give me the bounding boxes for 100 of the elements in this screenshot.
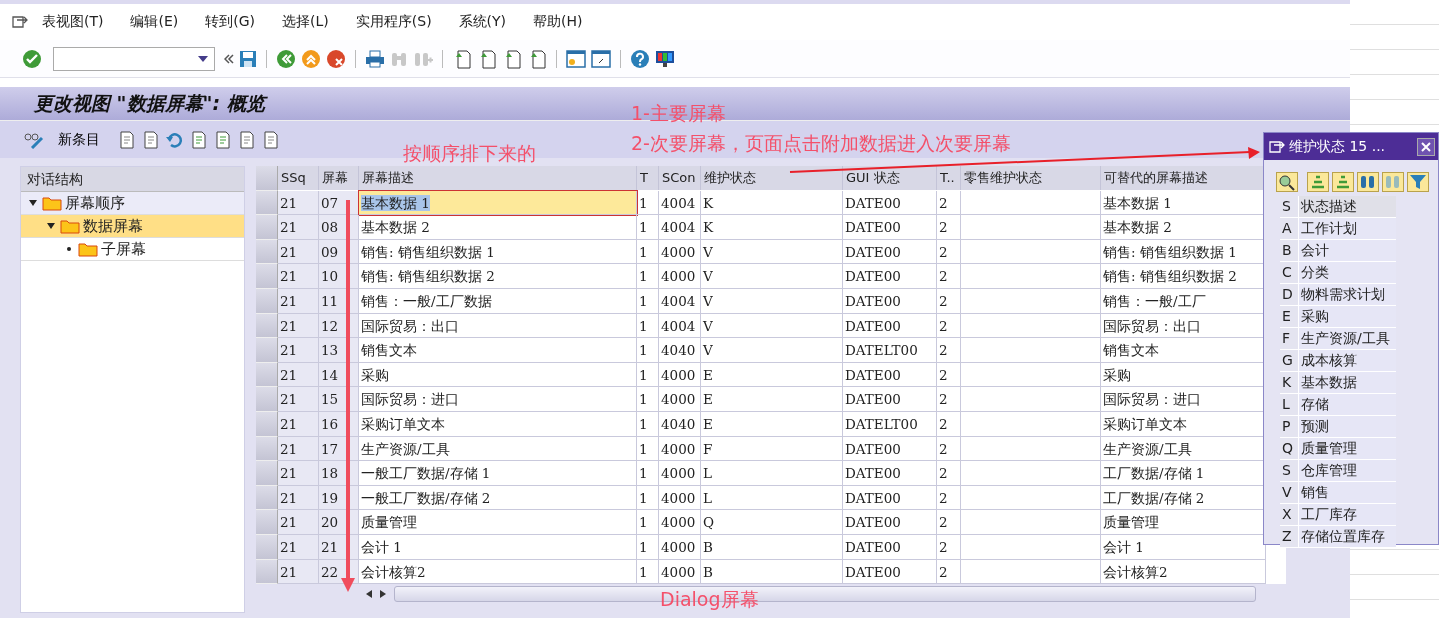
- table-cell[interactable]: K: [1280, 372, 1299, 393]
- table-cell[interactable]: D: [1280, 284, 1299, 305]
- command-field[interactable]: [53, 46, 215, 71]
- close-button[interactable]: [1417, 137, 1435, 156]
- menu-item[interactable]: 转到(G): [205, 13, 256, 31]
- input-field[interactable]: 生产资源/工具: [359, 436, 637, 462]
- table-cell[interactable]: 基本数据: [1299, 372, 1357, 393]
- column-header[interactable]: 屏幕描述: [359, 166, 637, 190]
- exit-icon[interactable]: [301, 48, 321, 69]
- input-field[interactable]: 国际贸易：进口: [359, 387, 637, 412]
- table-cell[interactable]: 分类: [1299, 262, 1329, 283]
- row-selector[interactable]: [256, 239, 278, 265]
- column-header[interactable]: SCon: [659, 166, 701, 190]
- row-selector[interactable]: [256, 264, 278, 289]
- input-field[interactable]: 采购: [359, 362, 637, 388]
- document-icon[interactable]: [214, 130, 232, 149]
- input-field[interactable]: 销售: 销售组织数据 1: [359, 239, 637, 265]
- sort-ascending-icon[interactable]: [1307, 172, 1329, 192]
- table-cell[interactable]: 采购: [1299, 306, 1329, 327]
- table-cell[interactable]: 质量管理: [1299, 438, 1357, 459]
- back-icon[interactable]: [276, 48, 296, 69]
- input-field[interactable]: 销售: 销售组织数据 2: [359, 264, 637, 289]
- table-cell[interactable]: C: [1280, 262, 1299, 283]
- input-field[interactable]: 销售：一般/工厂数据: [359, 288, 637, 314]
- window-icon[interactable]: [591, 48, 611, 69]
- input-field[interactable]: 基本数据 1: [359, 190, 637, 216]
- row-selector[interactable]: [256, 534, 278, 560]
- row-selector[interactable]: [256, 387, 278, 412]
- menu-item[interactable]: 表视图(T): [42, 13, 104, 31]
- scroll-right-icon[interactable]: [380, 590, 386, 599]
- row-selector[interactable]: [256, 559, 278, 585]
- table-cell[interactable]: B: [1280, 240, 1299, 261]
- magnifier-icon[interactable]: [1276, 172, 1298, 192]
- row-selector[interactable]: [256, 288, 278, 314]
- table-cell[interactable]: S: [1280, 460, 1299, 481]
- undo-icon[interactable]: [166, 130, 184, 149]
- column-header[interactable]: GUI 状态: [843, 166, 937, 190]
- caret-icon[interactable]: [29, 200, 37, 206]
- row-selector[interactable]: [256, 362, 278, 388]
- dropdown-icon[interactable]: [198, 55, 208, 62]
- row-selector[interactable]: [256, 411, 278, 437]
- table-cell[interactable]: 工厂库存: [1299, 504, 1357, 525]
- row-selector[interactable]: [256, 313, 278, 339]
- table-cell[interactable]: G: [1280, 350, 1299, 371]
- input-field[interactable]: 销售文本: [359, 338, 637, 363]
- table-cell[interactable]: L: [1280, 394, 1299, 415]
- menu-item[interactable]: 实用程序(S): [355, 13, 432, 31]
- table-cell[interactable]: P: [1280, 416, 1299, 437]
- collapse-icon[interactable]: [224, 53, 234, 64]
- document-icon[interactable]: [262, 130, 280, 149]
- input-field[interactable]: 质量管理: [359, 510, 637, 535]
- table-cell[interactable]: 销售: [1299, 482, 1329, 503]
- close-icon[interactable]: [1421, 141, 1431, 152]
- binoculars-plus-icon[interactable]: [1382, 172, 1404, 192]
- table-cell[interactable]: 物料需求计划: [1299, 284, 1385, 305]
- table-cell[interactable]: A: [1280, 218, 1299, 239]
- table-cell[interactable]: 成本核算: [1299, 350, 1357, 371]
- column-header[interactable]: T..: [937, 166, 961, 190]
- input-field[interactable]: 国际贸易：出口: [359, 313, 637, 339]
- scroll-left-icon[interactable]: [366, 590, 372, 599]
- table-cell[interactable]: X: [1280, 504, 1299, 525]
- save-icon[interactable]: [239, 49, 257, 68]
- tree-item[interactable]: 数据屏幕: [21, 215, 244, 238]
- table-cell[interactable]: E: [1280, 306, 1299, 327]
- tree-item[interactable]: 子屏幕: [21, 238, 244, 261]
- new-entry-button[interactable]: 新条目: [50, 130, 108, 149]
- column-header[interactable]: 屏幕: [319, 166, 359, 190]
- column-header[interactable]: 零售维护状态: [961, 166, 1101, 190]
- table-cell[interactable]: Q: [1280, 438, 1299, 459]
- print-icon[interactable]: [365, 49, 385, 68]
- column-header[interactable]: T: [637, 166, 659, 190]
- table-cell[interactable]: 预测: [1299, 416, 1329, 437]
- select-all-button[interactable]: [256, 166, 278, 191]
- check-icon[interactable]: [22, 48, 42, 69]
- input-field[interactable]: 基本数据 2: [359, 215, 637, 240]
- column-header[interactable]: SSq: [278, 166, 319, 190]
- row-selector[interactable]: [256, 461, 278, 486]
- document-icon[interactable]: [118, 130, 136, 149]
- row-selector[interactable]: [256, 190, 278, 216]
- binoculars-icon[interactable]: [1357, 172, 1379, 192]
- column-header[interactable]: 可替代的屏幕描述: [1101, 166, 1266, 190]
- help-icon[interactable]: [630, 48, 650, 69]
- column-header[interactable]: S: [1280, 196, 1299, 217]
- menu-item[interactable]: 编辑(E): [130, 13, 179, 31]
- tree-item[interactable]: 屏幕顺序: [21, 192, 244, 215]
- table-cell[interactable]: F: [1280, 328, 1299, 349]
- sort-descending-icon[interactable]: [1332, 172, 1354, 192]
- menu-item[interactable]: 选择(L): [282, 13, 329, 31]
- input-field[interactable]: 一般工厂数据/存储 2: [359, 485, 637, 511]
- row-selector[interactable]: [256, 485, 278, 511]
- document-icon[interactable]: [142, 130, 160, 149]
- input-field[interactable]: 一般工厂数据/存储 1: [359, 461, 637, 486]
- table-cell[interactable]: 存储: [1299, 394, 1329, 415]
- column-header[interactable]: 状态描述: [1299, 196, 1357, 217]
- monitor-icon[interactable]: [655, 48, 675, 69]
- window-icon[interactable]: [566, 48, 586, 69]
- row-selector[interactable]: [256, 338, 278, 363]
- table-cell[interactable]: 存储位置库存: [1299, 526, 1385, 547]
- column-header[interactable]: 维护状态: [701, 166, 843, 190]
- row-selector[interactable]: [256, 215, 278, 240]
